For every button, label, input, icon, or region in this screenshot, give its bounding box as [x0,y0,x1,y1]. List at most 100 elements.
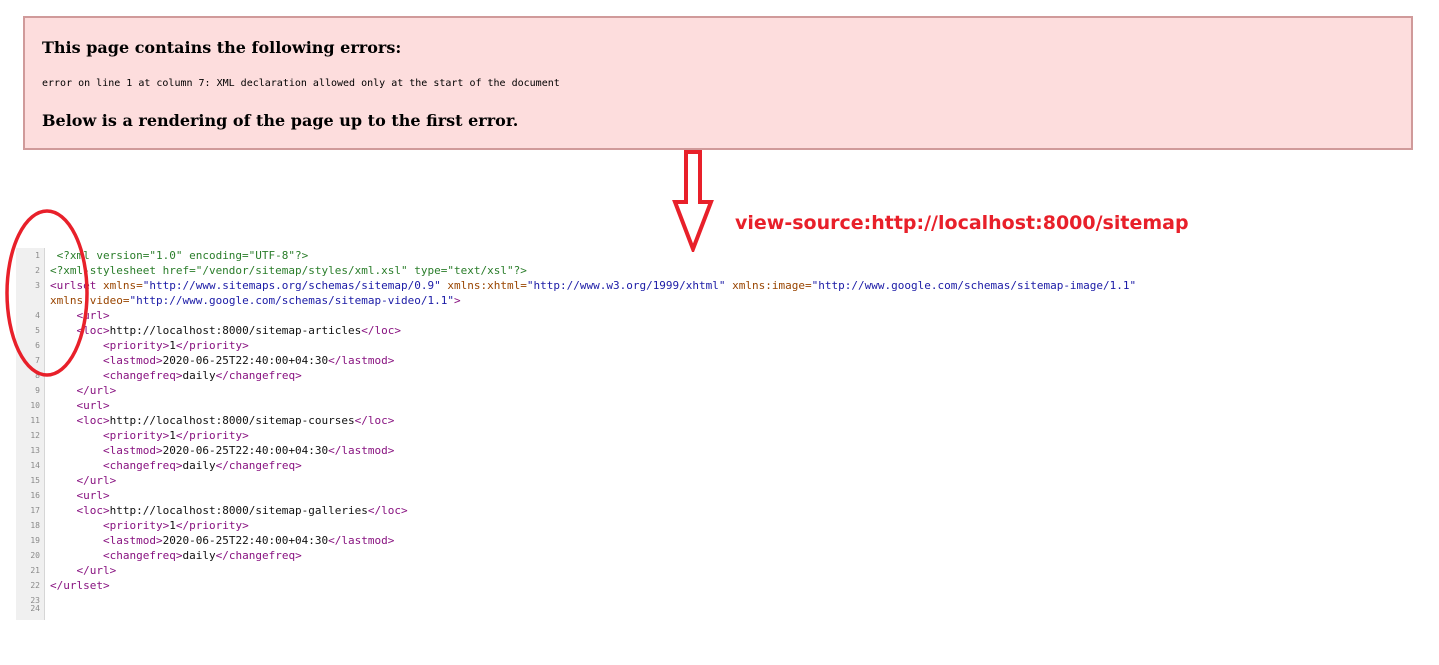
code-token: <lastmod> [102,354,163,367]
source-line: 5 <loc>http://localhost:8000/sitemap-art… [16,323,1316,338]
code-token: "http://www.w3.org/1999/xhtml" [526,279,733,292]
line-number: 17 [30,506,40,515]
source-code-view: 1 <?xml version="1.0" encoding="UTF-8"?>… [16,248,1316,613]
line-content: <lastmod>2020-06-25T22:40:00+04:30</last… [50,443,394,458]
source-line: 6 <priority>1</priority> [16,338,1316,353]
code-token: </url> [76,384,117,397]
error-detail: error on line 1 at column 7: XML declara… [42,78,560,89]
code-token: <priority> [102,339,170,352]
line-content: <loc>http://localhost:8000/sitemap-galle… [50,503,408,518]
code-token: </lastmod> [328,444,395,457]
line-number: 22 [30,581,40,590]
source-line: 10 <url> [16,398,1316,413]
line-content: <urlset xmlns="http://www.sitemaps.org/s… [50,278,1136,293]
code-token: daily [182,459,216,472]
code-token: <loc> [76,504,110,517]
line-content: <url> [50,398,110,413]
source-line: 20 <changefreq>daily</changefreq> [16,548,1316,563]
code-token: </url> [76,564,117,577]
line-content: <loc>http://localhost:8000/sitemap-artic… [50,323,402,338]
line-content: <changefreq>daily</changefreq> [50,458,302,473]
code-token: </changefreq> [215,369,302,382]
source-line: 23 [16,593,1316,605]
line-number: 20 [30,551,40,560]
line-content: <priority>1</priority> [50,428,249,443]
code-token: </loc> [367,504,408,517]
code-token: <url> [76,399,110,412]
source-line: 3 <urlset xmlns="http://www.sitemaps.org/… [16,278,1316,293]
code-token: </lastmod> [328,534,395,547]
line-content: <loc>http://localhost:8000/sitemap-cours… [50,413,395,428]
line-number: 12 [30,431,40,440]
code-token: 1 [169,519,176,532]
source-line: 21 </url> [16,563,1316,578]
code-token: xmlns= [102,279,143,292]
down-arrow-icon [672,150,714,252]
code-token: <url> [76,489,110,502]
source-line: 13 <lastmod>2020-06-25T22:40:00+04:30</l… [16,443,1316,458]
line-number: 14 [30,461,40,470]
code-token: </priority> [175,429,249,442]
code-token: </changefreq> [215,549,302,562]
code-token: daily [182,549,216,562]
code-token: 1 [169,339,176,352]
code-token: </priority> [175,519,249,532]
code-token: 2020-06-25T22:40:00+04:30 [162,444,329,457]
line-number: 9 [35,386,40,395]
line-content: xmlns:video="http://www.google.com/schem… [50,293,461,308]
line-content: <url> [50,488,110,503]
line-content: <lastmod>2020-06-25T22:40:00+04:30</last… [50,533,394,548]
source-line: 22 </urlset> [16,578,1316,593]
source-line: 16 <url> [16,488,1316,503]
source-line: 1 <?xml version="1.0" encoding="UTF-8"?> [16,248,1316,263]
source-line: 18 <priority>1</priority> [16,518,1316,533]
source-line: 11 <loc>http://localhost:8000/sitemap-co… [16,413,1316,428]
code-token: xmlns:image= [732,279,812,292]
code-token: http://localhost:8000/sitemap-galleries [109,504,368,517]
source-line: 14 <changefreq>daily</changefreq> [16,458,1316,473]
source-line: 9 </url> [16,383,1316,398]
line-number: 15 [30,476,40,485]
code-token: <?xml version="1.0" encoding="UTF-8"?> [56,249,309,262]
xml-error-box: This page contains the following errors:… [23,16,1413,150]
line-content: <?xml-stylesheet href="/vendor/sitemap/s… [50,263,527,278]
source-line: 24 [16,601,1316,613]
line-content: <priority>1</priority> [50,518,249,533]
source-line: 17 <loc>http://localhost:8000/sitemap-ga… [16,503,1316,518]
line-content: </url> [50,563,117,578]
code-token: </loc> [354,414,395,427]
source-line: 12 <priority>1</priority> [16,428,1316,443]
code-token: <lastmod> [102,444,163,457]
code-token: <changefreq> [102,549,183,562]
view-source-url-annotation: view-source:http://localhost:8000/sitema… [735,212,1189,234]
line-content: </url> [50,473,117,488]
line-number: 16 [30,491,40,500]
line-number: 13 [30,446,40,455]
line-content: <changefreq>daily</changefreq> [50,548,302,563]
code-token: <changefreq> [102,459,183,472]
code-token: daily [182,369,216,382]
error-footer: Below is a rendering of the page up to t… [42,111,519,130]
code-token: </priority> [175,339,249,352]
source-line: xmlns:video="http://www.google.com/schem… [16,293,1316,308]
code-token: </changefreq> [215,459,302,472]
code-token: </loc> [361,324,402,337]
code-token: 2020-06-25T22:40:00+04:30 [162,354,329,367]
code-token: <changefreq> [102,369,183,382]
code-token: http://localhost:8000/sitemap-articles [109,324,362,337]
line-number: 21 [30,566,40,575]
code-token: </url> [76,474,117,487]
line-content: </url> [50,383,117,398]
code-token: 1 [169,429,176,442]
line-content: </urlset> [50,578,110,593]
line-number: 11 [30,416,40,425]
line-content: <lastmod>2020-06-25T22:40:00+04:30</last… [50,353,394,368]
code-token: > [454,294,461,307]
code-token: <priority> [102,519,170,532]
error-heading: This page contains the following errors: [42,38,402,57]
line-number: 24 [30,603,40,613]
source-line: 7 <lastmod>2020-06-25T22:40:00+04:30</la… [16,353,1316,368]
source-line: 8 <changefreq>daily</changefreq> [16,368,1316,383]
code-token: http://localhost:8000/sitemap-courses [109,414,355,427]
code-token: <priority> [102,429,170,442]
